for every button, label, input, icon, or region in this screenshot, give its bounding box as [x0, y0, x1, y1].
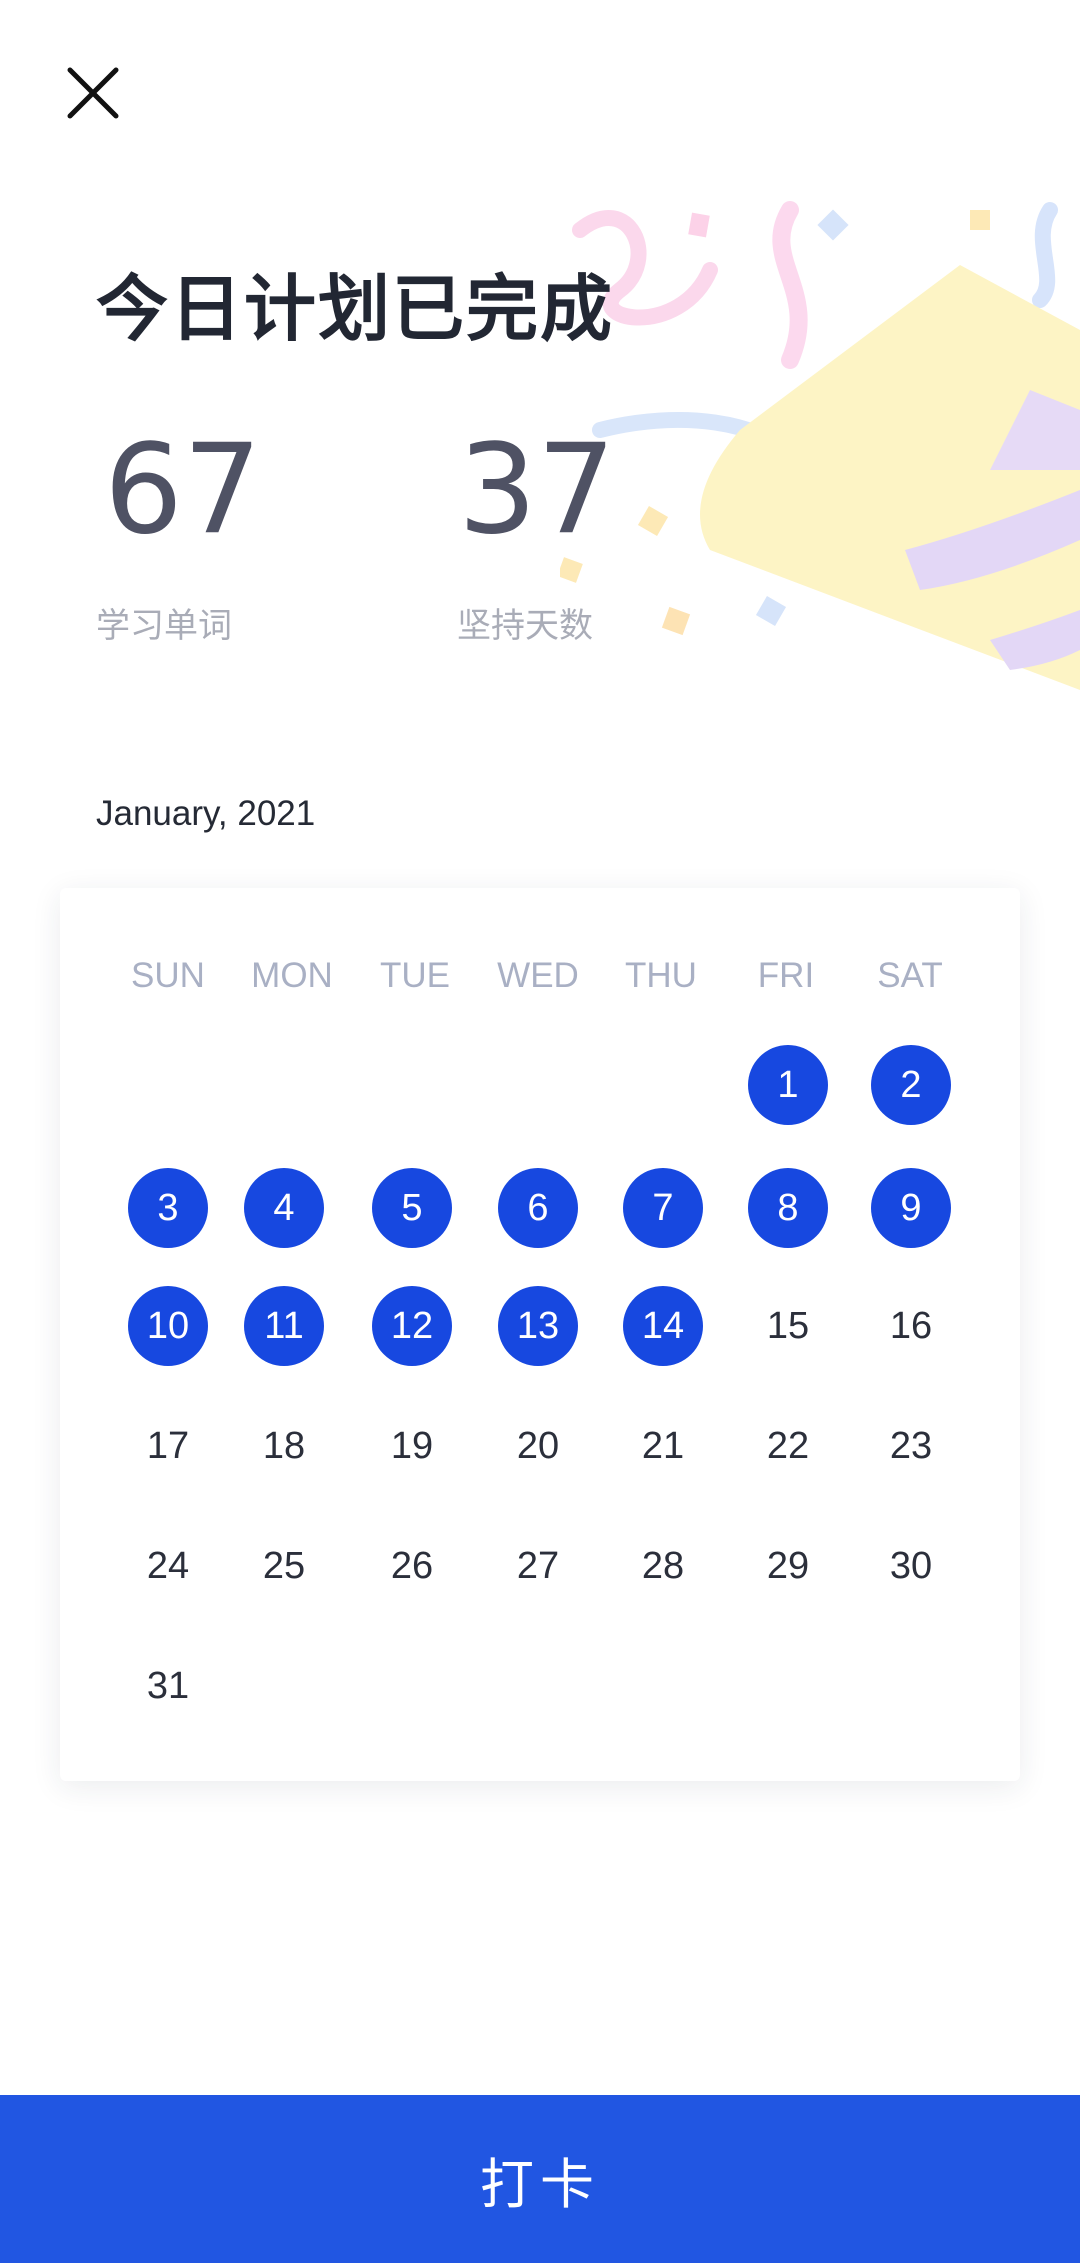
calendar-day[interactable]: 1 [748, 1045, 828, 1125]
calendar-day[interactable]: 28 [623, 1526, 703, 1606]
calendar-day[interactable]: 3 [128, 1168, 208, 1248]
calendar-day[interactable]: 17 [128, 1406, 208, 1486]
calendar-day[interactable]: 26 [372, 1526, 452, 1606]
weekday-sun: SUN [131, 956, 205, 995]
calendar-day[interactable]: 21 [623, 1406, 703, 1486]
calendar-day[interactable]: 5 [372, 1168, 452, 1248]
calendar-day[interactable]: 19 [372, 1406, 452, 1486]
weekday-header: SUN MON TUE WED THU FRI SAT [60, 888, 1020, 995]
calendar-day[interactable]: 9 [871, 1168, 951, 1248]
check-in-button[interactable]: 打卡 [0, 2095, 1080, 2263]
calendar-day[interactable]: 31 [128, 1646, 208, 1726]
calendar-day[interactable]: 10 [128, 1286, 208, 1366]
calendar-day[interactable]: 29 [748, 1526, 828, 1606]
words-learned-count: 67 [104, 418, 262, 562]
words-learned-label: 学习单词 [96, 606, 232, 646]
calendar-month-label: January, 2021 [96, 794, 316, 833]
streak-days-count: 37 [458, 418, 616, 562]
calendar-day[interactable]: 15 [748, 1286, 828, 1366]
calendar-day[interactable]: 7 [623, 1168, 703, 1248]
calendar-day[interactable]: 8 [748, 1168, 828, 1248]
close-icon [67, 67, 119, 119]
weekday-thu: THU [625, 956, 697, 995]
calendar-day[interactable]: 16 [871, 1286, 951, 1366]
weekday-wed: WED [497, 956, 579, 995]
streak-days-label: 坚持天数 [457, 606, 593, 646]
weekday-fri: FRI [757, 956, 815, 995]
calendar-day[interactable]: 30 [871, 1526, 951, 1606]
calendar-day[interactable]: 25 [244, 1526, 324, 1606]
calendar-day[interactable]: 23 [871, 1406, 951, 1486]
calendar-day[interactable]: 13 [498, 1286, 578, 1366]
calendar-day[interactable]: 22 [748, 1406, 828, 1486]
calendar: SUN MON TUE WED THU FRI SAT 1 2 3 4 5 6 7 8 9 10 1… [60, 888, 1020, 1781]
party-popper-illustration [560, 201, 1080, 690]
weekday-sat: SAT [877, 956, 943, 995]
calendar-day[interactable]: 18 [244, 1406, 324, 1486]
calendar-day[interactable]: 20 [498, 1406, 578, 1486]
calendar-day[interactable]: 6 [498, 1168, 578, 1248]
calendar-day[interactable]: 2 [871, 1045, 951, 1125]
page-title: 今日计划已完成 [96, 267, 615, 351]
weekday-mon: MON [251, 956, 333, 995]
calendar-day[interactable]: 27 [498, 1526, 578, 1606]
calendar-day[interactable]: 24 [128, 1526, 208, 1606]
calendar-day[interactable]: 11 [244, 1286, 324, 1366]
calendar-day[interactable]: 4 [244, 1168, 324, 1248]
close-button[interactable] [58, 58, 128, 128]
calendar-day[interactable]: 12 [372, 1286, 452, 1366]
calendar-day[interactable]: 14 [623, 1286, 703, 1366]
weekday-tue: TUE [380, 956, 450, 995]
